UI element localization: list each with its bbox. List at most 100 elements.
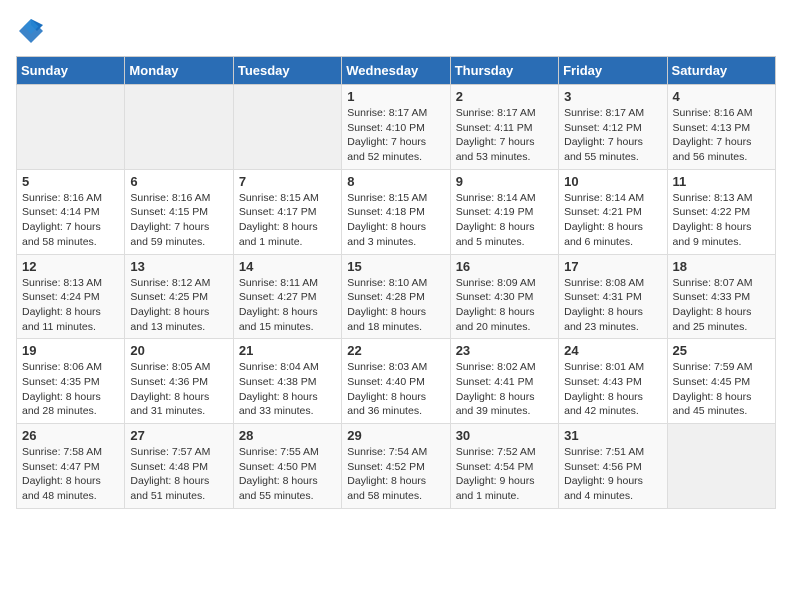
day-number: 28	[239, 428, 336, 443]
calendar-week-row: 1Sunrise: 8:17 AM Sunset: 4:10 PM Daylig…	[17, 85, 776, 170]
day-info: Sunrise: 8:05 AM Sunset: 4:36 PM Dayligh…	[130, 360, 227, 419]
calendar-cell: 18 Sunrise: 8:07 AM Sunset: 4:33 PM Dayli…	[667, 254, 775, 339]
calendar-cell: 28Sunrise: 7:55 AM Sunset: 4:50 PM Dayli…	[233, 424, 341, 509]
day-number: 12	[22, 259, 119, 274]
page-container: SundayMondayTuesdayWednesdayThursdayFrid…	[0, 0, 792, 519]
calendar-cell	[667, 424, 775, 509]
day-number: 5	[22, 174, 119, 189]
day-info: Sunrise: 7:58 AM Sunset: 4:47 PM Dayligh…	[22, 445, 119, 504]
day-number: 31	[564, 428, 661, 443]
day-number: 6	[130, 174, 227, 189]
day-number: 9	[456, 174, 553, 189]
day-number: 8	[347, 174, 444, 189]
calendar-cell: 5 Sunrise: 8:16 AM Sunset: 4:14 PM Daylig…	[17, 169, 125, 254]
calendar-cell: 19 Sunrise: 8:06 AM Sunset: 4:35 PM Dayli…	[17, 339, 125, 424]
day-info: Sunrise: 8:10 AM Sunset: 4:28 PM Dayligh…	[347, 276, 444, 335]
day-info: Sunrise: 8:13 AM Sunset: 4:22 PM Dayligh…	[673, 191, 770, 250]
day-info: Sunrise: 8:15 AM Sunset: 4:17 PM Dayligh…	[239, 191, 336, 250]
day-number: 22	[347, 343, 444, 358]
day-number: 13	[130, 259, 227, 274]
day-number: 18	[673, 259, 770, 274]
day-number: 17	[564, 259, 661, 274]
day-info: Sunrise: 8:11 AM Sunset: 4:27 PM Dayligh…	[239, 276, 336, 335]
day-info: Sunrise: 7:54 AM Sunset: 4:52 PM Dayligh…	[347, 445, 444, 504]
calendar-week-row: 12 Sunrise: 8:13 AM Sunset: 4:24 PM Dayli…	[17, 254, 776, 339]
day-number: 27	[130, 428, 227, 443]
day-info: Sunrise: 7:51 AM Sunset: 4:56 PM Dayligh…	[564, 445, 661, 504]
day-number: 14	[239, 259, 336, 274]
day-info: Sunrise: 8:13 AM Sunset: 4:24 PM Dayligh…	[22, 276, 119, 335]
day-number: 7	[239, 174, 336, 189]
day-number: 26	[22, 428, 119, 443]
calendar-cell: 1Sunrise: 8:17 AM Sunset: 4:10 PM Daylig…	[342, 85, 450, 170]
calendar-cell: 26 Sunrise: 7:58 AM Sunset: 4:47 PM Dayli…	[17, 424, 125, 509]
day-info: Sunrise: 8:16 AM Sunset: 4:13 PM Dayligh…	[673, 106, 770, 165]
calendar-cell: 15 Sunrise: 8:10 AM Sunset: 4:28 PM Dayli…	[342, 254, 450, 339]
calendar-cell: 21Sunrise: 8:04 AM Sunset: 4:38 PM Dayli…	[233, 339, 341, 424]
day-info: Sunrise: 8:06 AM Sunset: 4:35 PM Dayligh…	[22, 360, 119, 419]
header-row	[16, 16, 776, 46]
calendar-cell	[125, 85, 233, 170]
day-number: 29	[347, 428, 444, 443]
day-info: Sunrise: 8:03 AM Sunset: 4:40 PM Dayligh…	[347, 360, 444, 419]
calendar-cell: 30 Sunrise: 7:52 AM Sunset: 4:54 PM Dayli…	[450, 424, 558, 509]
calendar-header-monday: Monday	[125, 57, 233, 85]
calendar-cell: 17 Sunrise: 8:08 AM Sunset: 4:31 PM Dayli…	[559, 254, 667, 339]
day-number: 19	[22, 343, 119, 358]
day-info: Sunrise: 8:14 AM Sunset: 4:21 PM Dayligh…	[564, 191, 661, 250]
logo-icon	[16, 16, 46, 46]
calendar-cell: 2Sunrise: 8:17 AM Sunset: 4:11 PM Daylig…	[450, 85, 558, 170]
calendar-week-row: 5 Sunrise: 8:16 AM Sunset: 4:14 PM Daylig…	[17, 169, 776, 254]
calendar-cell: 22 Sunrise: 8:03 AM Sunset: 4:40 PM Dayli…	[342, 339, 450, 424]
calendar-cell: 31 Sunrise: 7:51 AM Sunset: 4:56 PM Dayli…	[559, 424, 667, 509]
day-info: Sunrise: 8:01 AM Sunset: 4:43 PM Dayligh…	[564, 360, 661, 419]
day-info: Sunrise: 8:09 AM Sunset: 4:30 PM Dayligh…	[456, 276, 553, 335]
day-info: Sunrise: 8:17 AM Sunset: 4:12 PM Dayligh…	[564, 106, 661, 165]
day-info: Sunrise: 8:16 AM Sunset: 4:14 PM Dayligh…	[22, 191, 119, 250]
day-info: Sunrise: 8:16 AM Sunset: 4:15 PM Dayligh…	[130, 191, 227, 250]
calendar-cell: 7 Sunrise: 8:15 AM Sunset: 4:17 PM Daylig…	[233, 169, 341, 254]
day-info: Sunrise: 8:07 AM Sunset: 4:33 PM Dayligh…	[673, 276, 770, 335]
calendar-header-wednesday: Wednesday	[342, 57, 450, 85]
day-number: 15	[347, 259, 444, 274]
day-info: Sunrise: 8:15 AM Sunset: 4:18 PM Dayligh…	[347, 191, 444, 250]
calendar-cell: 12 Sunrise: 8:13 AM Sunset: 4:24 PM Dayli…	[17, 254, 125, 339]
logo	[16, 16, 50, 46]
day-info: Sunrise: 8:17 AM Sunset: 4:11 PM Dayligh…	[456, 106, 553, 165]
calendar-header-thursday: Thursday	[450, 57, 558, 85]
day-info: Sunrise: 8:14 AM Sunset: 4:19 PM Dayligh…	[456, 191, 553, 250]
day-number: 24	[564, 343, 661, 358]
calendar-cell: 6 Sunrise: 8:16 AM Sunset: 4:15 PM Daylig…	[125, 169, 233, 254]
day-info: Sunrise: 8:02 AM Sunset: 4:41 PM Dayligh…	[456, 360, 553, 419]
day-number: 16	[456, 259, 553, 274]
calendar-cell: 27 Sunrise: 7:57 AM Sunset: 4:48 PM Dayli…	[125, 424, 233, 509]
calendar-week-row: 26 Sunrise: 7:58 AM Sunset: 4:47 PM Dayli…	[17, 424, 776, 509]
day-number: 23	[456, 343, 553, 358]
calendar-cell: 25Sunrise: 7:59 AM Sunset: 4:45 PM Dayli…	[667, 339, 775, 424]
calendar-cell: 16 Sunrise: 8:09 AM Sunset: 4:30 PM Dayli…	[450, 254, 558, 339]
day-number: 20	[130, 343, 227, 358]
calendar-cell: 4 Sunrise: 8:16 AM Sunset: 4:13 PM Daylig…	[667, 85, 775, 170]
day-info: Sunrise: 8:08 AM Sunset: 4:31 PM Dayligh…	[564, 276, 661, 335]
calendar-cell	[17, 85, 125, 170]
calendar-cell: 10Sunrise: 8:14 AM Sunset: 4:21 PM Dayli…	[559, 169, 667, 254]
day-number: 3	[564, 89, 661, 104]
day-info: Sunrise: 7:57 AM Sunset: 4:48 PM Dayligh…	[130, 445, 227, 504]
day-number: 30	[456, 428, 553, 443]
calendar-week-row: 19 Sunrise: 8:06 AM Sunset: 4:35 PM Dayli…	[17, 339, 776, 424]
day-number: 25	[673, 343, 770, 358]
calendar-cell: 3 Sunrise: 8:17 AM Sunset: 4:12 PM Daylig…	[559, 85, 667, 170]
calendar-cell: 23 Sunrise: 8:02 AM Sunset: 4:41 PM Dayli…	[450, 339, 558, 424]
calendar-cell: 20 Sunrise: 8:05 AM Sunset: 4:36 PM Dayli…	[125, 339, 233, 424]
calendar-header-sunday: Sunday	[17, 57, 125, 85]
day-number: 4	[673, 89, 770, 104]
day-info: Sunrise: 7:52 AM Sunset: 4:54 PM Dayligh…	[456, 445, 553, 504]
calendar-table: SundayMondayTuesdayWednesdayThursdayFrid…	[16, 56, 776, 509]
calendar-header-saturday: Saturday	[667, 57, 775, 85]
day-info: Sunrise: 8:04 AM Sunset: 4:38 PM Dayligh…	[239, 360, 336, 419]
day-info: Sunrise: 8:12 AM Sunset: 4:25 PM Dayligh…	[130, 276, 227, 335]
day-number: 11	[673, 174, 770, 189]
calendar-cell: 24 Sunrise: 8:01 AM Sunset: 4:43 PM Dayli…	[559, 339, 667, 424]
calendar-header-row: SundayMondayTuesdayWednesdayThursdayFrid…	[17, 57, 776, 85]
calendar-cell: 11 Sunrise: 8:13 AM Sunset: 4:22 PM Dayli…	[667, 169, 775, 254]
